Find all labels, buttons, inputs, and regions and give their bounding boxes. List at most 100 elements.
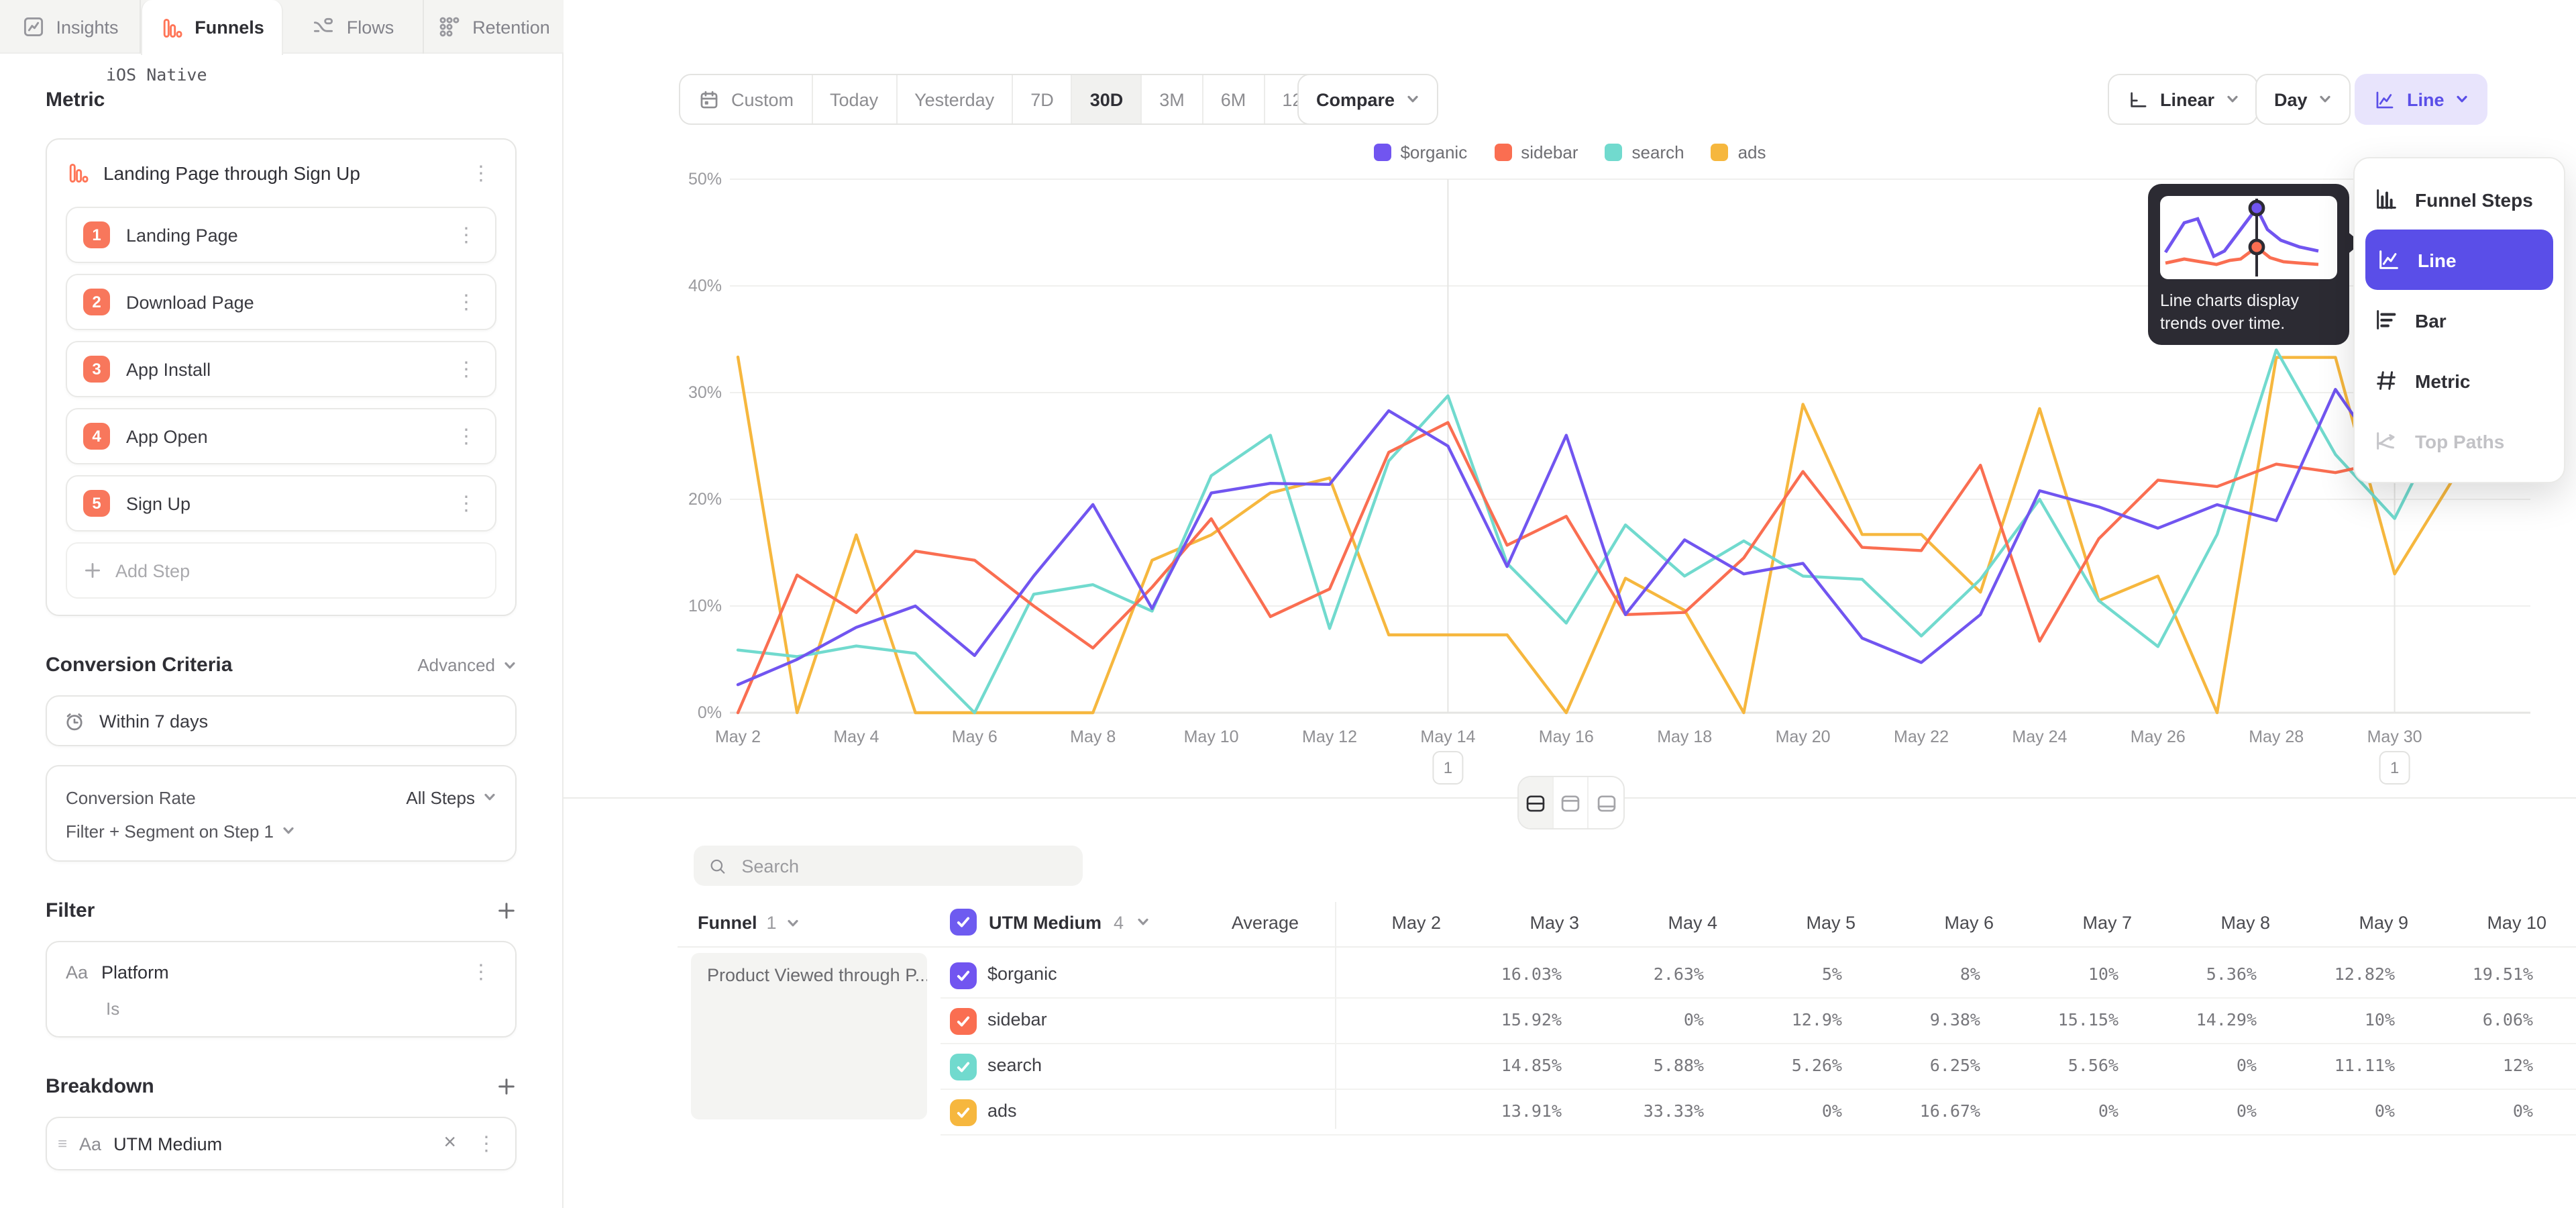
compare-button[interactable]: Compare bbox=[1297, 74, 1438, 125]
funnel-step-app-install[interactable]: 3 App Install ⋮ bbox=[66, 341, 496, 397]
col-header-may-2[interactable]: May 2 bbox=[1391, 913, 1441, 933]
row-checkbox[interactable] bbox=[950, 962, 977, 989]
range-yesterday[interactable]: Yesterday bbox=[897, 75, 1013, 123]
layout-split-button[interactable] bbox=[1519, 777, 1554, 828]
breakdown-table: Funnel 1 UTM Medium 4 AverageMay 2May 3M… bbox=[678, 832, 2576, 1208]
col-header-may-10[interactable]: May 10 bbox=[2487, 913, 2546, 933]
kebab-menu-icon[interactable]: ⋮ bbox=[451, 289, 482, 315]
layout-chart-button[interactable] bbox=[1554, 777, 1589, 828]
col-header-may-5[interactable]: May 5 bbox=[1806, 913, 1856, 933]
chevron-down-icon bbox=[483, 791, 496, 804]
cell-value: 15.15% bbox=[2058, 1009, 2118, 1029]
range-custom[interactable]: Custom bbox=[680, 75, 812, 123]
advanced-dropdown[interactable]: Advanced bbox=[417, 655, 517, 675]
cell-value: 14.85% bbox=[1501, 1055, 1562, 1075]
add-filter-button[interactable] bbox=[496, 901, 517, 921]
svg-text:May 12: May 12 bbox=[1302, 727, 1357, 746]
col-header-may-4[interactable]: May 4 bbox=[1668, 913, 1717, 933]
row-checkbox[interactable] bbox=[950, 1008, 977, 1035]
tab-insights[interactable]: Insights bbox=[0, 0, 141, 54]
chevron-down-icon bbox=[786, 916, 800, 929]
flows-icon bbox=[312, 15, 336, 39]
conversion-window[interactable]: Within 7 days bbox=[46, 695, 517, 746]
kebab-menu-icon[interactable]: ⋮ bbox=[451, 356, 482, 382]
funnel-cell[interactable]: Product Viewed through P... bbox=[691, 953, 927, 1119]
kebab-menu-icon[interactable]: ⋮ bbox=[451, 423, 482, 449]
filter-operator[interactable]: Is bbox=[106, 998, 119, 1018]
annotation-badge[interactable]: 1 bbox=[1433, 752, 1462, 784]
annotation-badge[interactable]: 1 bbox=[2380, 752, 2410, 784]
col-header-may-3[interactable]: May 3 bbox=[1529, 913, 1579, 933]
cell-value: 0% bbox=[2237, 1101, 2257, 1121]
menu-item-bar[interactable]: Bar bbox=[2355, 290, 2564, 350]
range-3m[interactable]: 3M bbox=[1142, 75, 1203, 123]
table-row-organic[interactable]: $organic 16.03%2.63%5%8%10%5.36%12.82%19… bbox=[941, 953, 2576, 999]
series-ads[interactable] bbox=[738, 357, 2454, 713]
col-header-may-7[interactable]: May 7 bbox=[2082, 913, 2132, 933]
select-all-checkbox[interactable] bbox=[950, 909, 977, 936]
filter-value[interactable]: iOS Native bbox=[106, 64, 207, 85]
chevron-down-icon bbox=[2455, 93, 2469, 106]
remove-breakdown-icon[interactable]: × bbox=[441, 1131, 459, 1156]
kebab-menu-icon[interactable]: ⋮ bbox=[471, 1131, 502, 1156]
tab-retention[interactable]: Retention bbox=[424, 0, 564, 54]
tab-label: Flows bbox=[347, 17, 394, 37]
layout-table-button[interactable] bbox=[1589, 777, 1623, 828]
range-6m[interactable]: 6M bbox=[1203, 75, 1265, 123]
cell-value: 5.36% bbox=[2206, 964, 2257, 984]
interval-dropdown[interactable]: Day bbox=[2255, 74, 2351, 125]
range-today[interactable]: Today bbox=[812, 75, 897, 123]
funnel-column-dropdown[interactable]: Funnel 1 bbox=[698, 913, 800, 933]
menu-item-metric[interactable]: Metric bbox=[2355, 350, 2564, 411]
group-column-label: UTM Medium bbox=[989, 912, 1102, 932]
chart-type-dropdown[interactable]: Line bbox=[2355, 74, 2487, 125]
plus-icon bbox=[83, 561, 102, 580]
cell-value: 16.67% bbox=[1920, 1101, 1980, 1121]
filter-property[interactable]: Platform bbox=[101, 962, 452, 982]
add-step-button[interactable]: Add Step bbox=[66, 542, 496, 599]
funnel-step-sign-up[interactable]: 5 Sign Up ⋮ bbox=[66, 475, 496, 532]
kebab-menu-icon[interactable]: ⋮ bbox=[466, 959, 496, 985]
kebab-menu-icon[interactable]: ⋮ bbox=[466, 160, 496, 186]
tab-flows[interactable]: Flows bbox=[283, 0, 424, 54]
row-checkbox[interactable] bbox=[950, 1054, 977, 1080]
bar-chart-icon bbox=[2373, 307, 2399, 333]
group-column-dropdown[interactable]: UTM Medium 4 bbox=[950, 909, 1149, 936]
filter-segment-label: Filter + Segment on Step 1 bbox=[66, 821, 274, 841]
conversion-criteria-heading: Conversion Criteria Advanced bbox=[46, 654, 517, 676]
row-checkbox[interactable] bbox=[950, 1099, 977, 1126]
tooltip-text: Line charts display trends over time. bbox=[2160, 290, 2337, 334]
scale-dropdown[interactable]: Linear bbox=[2108, 74, 2257, 125]
funnel-step-landing-page[interactable]: 1 Landing Page ⋮ bbox=[66, 207, 496, 263]
filter-segment-dropdown[interactable]: Filter + Segment on Step 1 bbox=[66, 815, 496, 847]
line-preview-illustration bbox=[2160, 196, 2337, 279]
series-search[interactable] bbox=[738, 350, 2454, 713]
search-input[interactable] bbox=[739, 854, 1068, 877]
funnel-step-download-page[interactable]: 2 Download Page ⋮ bbox=[66, 274, 496, 330]
menu-item-label: Top Paths bbox=[2415, 430, 2504, 452]
menu-item-funnel-steps[interactable]: Funnel Steps bbox=[2355, 169, 2564, 230]
kebab-menu-icon[interactable]: ⋮ bbox=[451, 491, 482, 516]
all-steps-dropdown[interactable]: All Steps bbox=[406, 787, 496, 807]
cell-value: 12% bbox=[2503, 1055, 2533, 1075]
table-row-search[interactable]: search 14.85%5.88%5.26%6.25%5.56%0%11.11… bbox=[941, 1044, 2576, 1090]
step-number-badge: 1 bbox=[83, 221, 110, 248]
cell-value: 0% bbox=[2375, 1101, 2395, 1121]
add-breakdown-button[interactable] bbox=[496, 1076, 517, 1097]
cell-value: 5% bbox=[1822, 964, 1842, 984]
col-header-may-9[interactable]: May 9 bbox=[2359, 913, 2408, 933]
table-row-ads[interactable]: ads 13.91%33.33%0%16.67%0%0%0%0%14.29%16… bbox=[941, 1090, 2576, 1136]
drag-handle-icon[interactable]: ≡ bbox=[58, 1134, 67, 1153]
col-header-may-6[interactable]: May 6 bbox=[1944, 913, 1994, 933]
kebab-menu-icon[interactable]: ⋮ bbox=[451, 222, 482, 248]
table-row-sidebar[interactable]: sidebar 15.92%0%12.9%9.38%15.15%14.29%10… bbox=[941, 999, 2576, 1044]
tab-funnels[interactable]: Funnels bbox=[141, 0, 283, 55]
funnel-step-app-open[interactable]: 4 App Open ⋮ bbox=[66, 408, 496, 464]
range-7d[interactable]: 7D bbox=[1013, 75, 1073, 123]
menu-item-line[interactable]: Line bbox=[2365, 230, 2553, 290]
series-organic[interactable] bbox=[738, 389, 2454, 685]
range-30d[interactable]: 30D bbox=[1073, 75, 1142, 123]
layout-toggle bbox=[1517, 776, 1625, 829]
breakdown-property[interactable]: UTM Medium bbox=[113, 1134, 429, 1154]
col-header-may-8[interactable]: May 8 bbox=[2220, 913, 2270, 933]
